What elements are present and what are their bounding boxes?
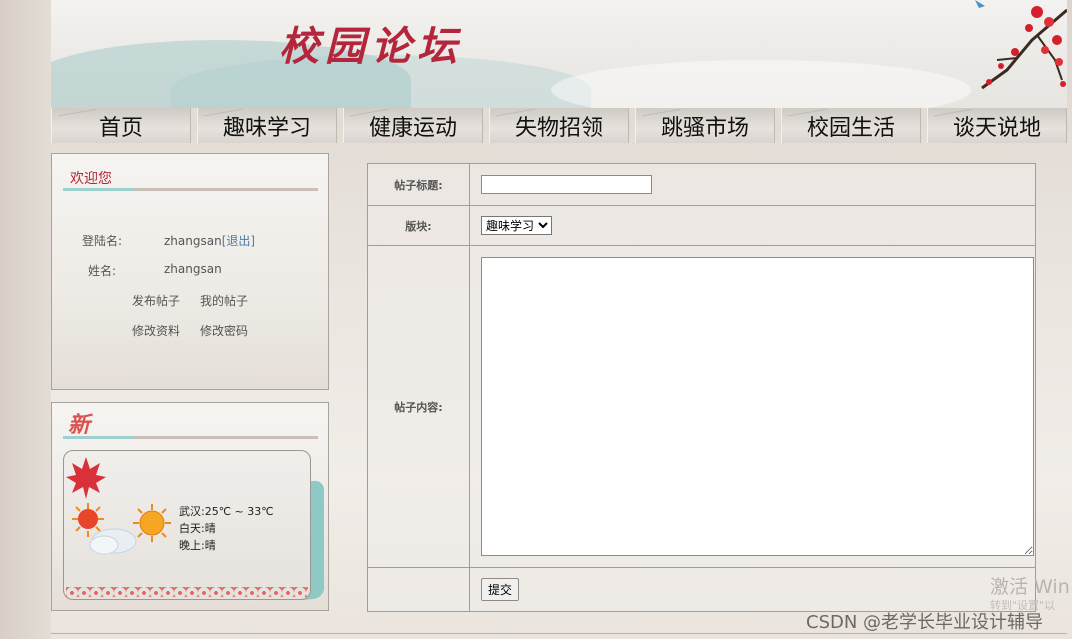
post-form: 帖子标题: 版块: 趣味学习 帖子内容: 提交 bbox=[367, 163, 1036, 612]
nav-item-flea-market[interactable]: 跳骚市场 bbox=[635, 108, 775, 143]
section-select[interactable]: 趣味学习 bbox=[481, 216, 552, 235]
post-content-textarea[interactable] bbox=[481, 257, 1034, 556]
weather-widget: 武汉:25℃ ~ 33℃ 白天:晴 晚上:晴 bbox=[63, 450, 311, 600]
maple-leaf-icon bbox=[66, 457, 106, 499]
welcome-title: 欢迎您 bbox=[70, 171, 112, 187]
post-content-cell bbox=[469, 245, 1036, 568]
form-row-submit: 提交 bbox=[367, 567, 1036, 612]
windows-activation-text: 激活 Win bbox=[990, 576, 1070, 598]
weather-night: 晚上:晴 bbox=[179, 539, 216, 552]
logout-link[interactable]: [退出] bbox=[222, 234, 255, 248]
my-posts-link[interactable]: 我的帖子 bbox=[200, 292, 248, 309]
site-title: 校园论坛 bbox=[279, 23, 463, 70]
submit-cell: 提交 bbox=[469, 567, 1036, 612]
nav-item-chat[interactable]: 谈天说地 bbox=[927, 108, 1067, 143]
news-title: 新 bbox=[68, 412, 91, 438]
news-divider-accent bbox=[63, 436, 133, 439]
section-cell: 趣味学习 bbox=[469, 205, 1036, 246]
nav-item-home[interactable]: 首页 bbox=[51, 108, 191, 143]
nav-item-lost-found[interactable]: 失物招领 bbox=[489, 108, 629, 143]
sun-cloud-icon bbox=[72, 503, 137, 555]
submit-button[interactable]: 提交 bbox=[481, 578, 520, 601]
login-name-value: zhangsan bbox=[164, 234, 222, 248]
news-panel: 新 武汉:25℃ ~ 33℃ 白天:晴 晚上:晴 bbox=[51, 402, 329, 611]
publish-post-link[interactable]: 发布帖子 bbox=[132, 292, 180, 309]
nav-item-campus-life[interactable]: 校园生活 bbox=[781, 108, 921, 143]
change-password-link[interactable]: 修改密码 bbox=[200, 322, 248, 339]
form-row-content: 帖子内容: bbox=[367, 245, 1036, 568]
login-name-label: 登陆名: bbox=[82, 234, 123, 248]
site-banner: 校园论坛 bbox=[51, 0, 1067, 108]
post-title-label: 帖子标题: bbox=[367, 163, 470, 206]
post-content-label: 帖子内容: bbox=[367, 245, 470, 568]
csdn-watermark: CSDN @老学长毕业设计辅导 bbox=[806, 612, 1044, 633]
plum-blossom-decoration bbox=[975, 0, 1067, 90]
login-name-row: zhangsan[退出] bbox=[164, 232, 255, 249]
lace-border-decoration bbox=[66, 587, 308, 597]
nav-item-health-sports[interactable]: 健康运动 bbox=[343, 108, 483, 143]
post-title-cell bbox=[469, 163, 1036, 206]
real-name-label: 姓名: bbox=[88, 264, 117, 278]
section-label: 版块: bbox=[367, 205, 470, 246]
main-nav: 首页 趣味学习 健康运动 失物招领 跳骚市场 校园生活 谈天说地 bbox=[51, 108, 1067, 143]
welcome-divider-accent bbox=[63, 188, 133, 191]
post-title-input[interactable] bbox=[481, 175, 652, 194]
submit-label-cell bbox=[367, 567, 470, 612]
weather-city-temp: 武汉:25℃ ~ 33℃ bbox=[179, 505, 274, 518]
real-name-value: zhangsan bbox=[164, 262, 222, 276]
banner-mist bbox=[551, 60, 971, 108]
welcome-panel: 欢迎您 登陆名: zhangsan[退出] 姓名: zhangsan 发布帖子 … bbox=[51, 153, 329, 390]
form-row-section: 版块: 趣味学习 bbox=[367, 205, 1036, 246]
weather-day: 白天:晴 bbox=[179, 522, 216, 535]
form-row-title: 帖子标题: bbox=[367, 163, 1036, 206]
sun-icon bbox=[133, 504, 171, 542]
edit-profile-link[interactable]: 修改资料 bbox=[132, 322, 180, 339]
nav-item-fun-learning[interactable]: 趣味学习 bbox=[197, 108, 337, 143]
page-left-margin bbox=[0, 0, 51, 639]
